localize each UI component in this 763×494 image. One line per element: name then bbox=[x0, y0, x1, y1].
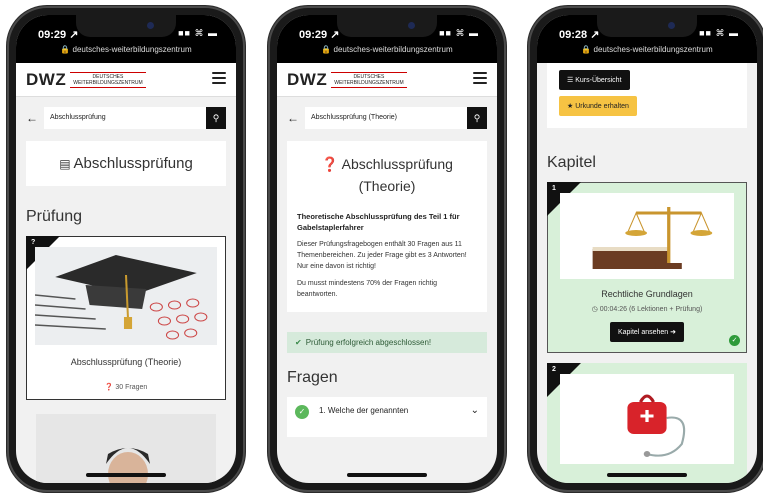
chapter-meta: ◷ 00:04:26 (6 Lektionen + Prüfung) bbox=[591, 306, 703, 313]
chapter-card[interactable]: 1 Rechtliche Grundlagen ◷ 00:04:26 (6 Le… bbox=[547, 182, 747, 353]
app-header: DWZ DEUTSCHES WEITERBILDUNGSZENTRUM bbox=[277, 63, 497, 97]
chapter-image bbox=[560, 193, 734, 279]
chapter-name: Rechtliche Grundlagen bbox=[601, 289, 693, 299]
page-title: Abschlussprüfung bbox=[73, 155, 193, 172]
exam-image bbox=[35, 247, 217, 345]
search-input[interactable]: Abschlussprüfung (Theorie) bbox=[305, 107, 467, 129]
check-icon: ✔ bbox=[295, 338, 302, 347]
exam-info-card: ❓ Abschlussprüfung (Theorie) Theoretische… bbox=[287, 141, 487, 312]
logo-text: DWZ bbox=[26, 70, 67, 89]
section-title: Kapitel bbox=[547, 154, 596, 171]
exam-card[interactable]: ? Abschlussprüfung (Theorie) ❓ 30 Fragen bbox=[26, 236, 226, 400]
menu-icon[interactable] bbox=[212, 72, 226, 84]
status-icons: ■■ ⌘ ▬ bbox=[439, 28, 479, 38]
status-icons: ■■ ⌘ ▬ bbox=[699, 28, 739, 38]
section-title: Prüfung bbox=[26, 208, 83, 225]
exam-description: Dieser Prüfungsfragebogen enthält 30 Fra… bbox=[297, 241, 467, 270]
success-alert: ✔ Prüfung erfolgreich abgeschlossen! bbox=[287, 332, 487, 353]
course-overview-button[interactable]: ☰ Kurs-Übersicht bbox=[559, 70, 630, 90]
screen-2: 09:29 ↗ ■■ ⌘ ▬ 🔒 deutsches-weiterbildung… bbox=[277, 15, 497, 483]
app-header: DWZ DEUTSCHES WEITERBILDUNGSZENTRUM bbox=[16, 63, 236, 97]
completed-check-icon: ✓ bbox=[729, 335, 740, 346]
url-bar[interactable]: 🔒 deutsches-weiterbildungszentrum bbox=[277, 45, 497, 54]
home-indicator[interactable] bbox=[347, 473, 427, 477]
question-circle-icon: ❓ bbox=[321, 156, 339, 172]
status-time: 09:29 ↗ bbox=[38, 29, 79, 41]
dwz-logo[interactable]: DWZ DEUTSCHES WEITERBILDUNGSZENTRUM bbox=[26, 70, 146, 90]
chapter-image bbox=[560, 374, 734, 464]
content: ☰ Kurs-Übersicht ★ Urkunde erhalten Kapi… bbox=[537, 63, 757, 483]
dwz-logo[interactable]: DWZ DEUTSCHES WEITERBILDUNGSZENTRUM bbox=[287, 70, 407, 90]
screen-3: 09:28 ↗ ■■ ⌘ ▬ 🔒 deutsches-weiterbildung… bbox=[537, 15, 757, 483]
clock-icon: ◷ bbox=[591, 306, 598, 313]
notch bbox=[337, 15, 437, 37]
status-time: 09:28 ↗ bbox=[559, 29, 600, 41]
screen-1: 09:29 ↗ ■■ ⌘ ▬ 🔒 deutsches-weiterbildung… bbox=[16, 15, 236, 483]
menu-icon[interactable] bbox=[473, 72, 487, 84]
page-title-card: ▤ Abschlussprüfung bbox=[26, 141, 226, 186]
search-icon[interactable]: ⚲ bbox=[467, 107, 487, 129]
action-panel: ☰ Kurs-Übersicht ★ Urkunde erhalten bbox=[547, 63, 747, 128]
exam-meta: ❓ 30 Fragen bbox=[104, 384, 148, 391]
phone-2: 09:29 ↗ ■■ ⌘ ▬ 🔒 deutsches-weiterbildung… bbox=[268, 6, 506, 492]
question-icon: ? bbox=[31, 239, 36, 246]
exam-heading: Theoretische Abschlussprüfung des Teil 1… bbox=[297, 212, 460, 232]
book-icon: ▤ bbox=[59, 157, 71, 171]
page-title: ❓ Abschlussprüfung (Theorie) bbox=[321, 156, 453, 194]
arrow-right-icon: ➜ bbox=[670, 329, 677, 336]
status-time: 09:29 ↗ bbox=[299, 29, 340, 41]
content: DWZ DEUTSCHES WEITERBILDUNGSZENTRUM ← Abs… bbox=[277, 63, 497, 483]
search-row: ← Abschlussprüfung (Theorie) ⚲ bbox=[287, 107, 487, 129]
certificate-button[interactable]: ★ Urkunde erhalten bbox=[559, 96, 637, 116]
chapter-number: 1 bbox=[552, 185, 556, 192]
trophy-icon: ★ bbox=[567, 103, 574, 110]
view-chapter-button[interactable]: Kapitel ansehen ➜ bbox=[609, 322, 685, 342]
phone-1: 09:29 ↗ ■■ ⌘ ▬ 🔒 deutsches-weiterbildung… bbox=[7, 6, 245, 492]
chapter-number: 2 bbox=[552, 366, 556, 373]
url-bar[interactable]: 🔒 deutsches-weiterbildungszentrum bbox=[537, 45, 757, 54]
status-icons: ■■ ⌘ ▬ bbox=[178, 28, 218, 38]
chapter-button-wrap: Kapitel ansehen ➜ bbox=[560, 321, 734, 342]
phone-3: 09:28 ↗ ■■ ⌘ ▬ 🔒 deutsches-weiterbildung… bbox=[528, 6, 763, 492]
list-icon: ☰ bbox=[567, 77, 574, 84]
content: DWZ DEUTSCHES WEITERBILDUNGSZENTRUM ← Abs… bbox=[16, 63, 236, 483]
home-indicator[interactable] bbox=[607, 473, 687, 477]
chevron-down-icon[interactable]: ⌄ bbox=[471, 405, 479, 416]
section-title: Fragen bbox=[287, 369, 338, 386]
search-input[interactable]: Abschlussprüfung bbox=[44, 107, 206, 129]
notch bbox=[76, 15, 176, 37]
question-circle-icon: ❓ bbox=[104, 384, 114, 391]
question-row[interactable]: ✓ 1. Welche der genannten ⌄ bbox=[287, 397, 487, 437]
exam-requirement: Du musst mindestens 70% der Fragen richt… bbox=[297, 280, 438, 298]
logo-tagline: DEUTSCHES WEITERBILDUNGSZENTRUM bbox=[331, 72, 407, 88]
chapter-card[interactable]: 2 bbox=[547, 363, 747, 483]
home-indicator[interactable] bbox=[86, 473, 166, 477]
exam-name: Abschlussprüfung (Theorie) bbox=[70, 357, 182, 367]
back-arrow-icon[interactable]: ← bbox=[26, 111, 44, 125]
search-row: ← Abschlussprüfung ⚲ bbox=[26, 107, 226, 129]
notch bbox=[597, 15, 697, 37]
check-circle-icon: ✓ bbox=[295, 405, 309, 419]
question-text: 1. Welche der genannten bbox=[319, 406, 409, 415]
url-bar[interactable]: 🔒 deutsches-weiterbildungszentrum bbox=[16, 45, 236, 54]
logo-text: DWZ bbox=[287, 70, 328, 89]
logo-tagline: DEUTSCHES WEITERBILDUNGSZENTRUM bbox=[70, 72, 146, 88]
search-icon[interactable]: ⚲ bbox=[206, 107, 226, 129]
back-arrow-icon[interactable]: ← bbox=[287, 111, 305, 125]
